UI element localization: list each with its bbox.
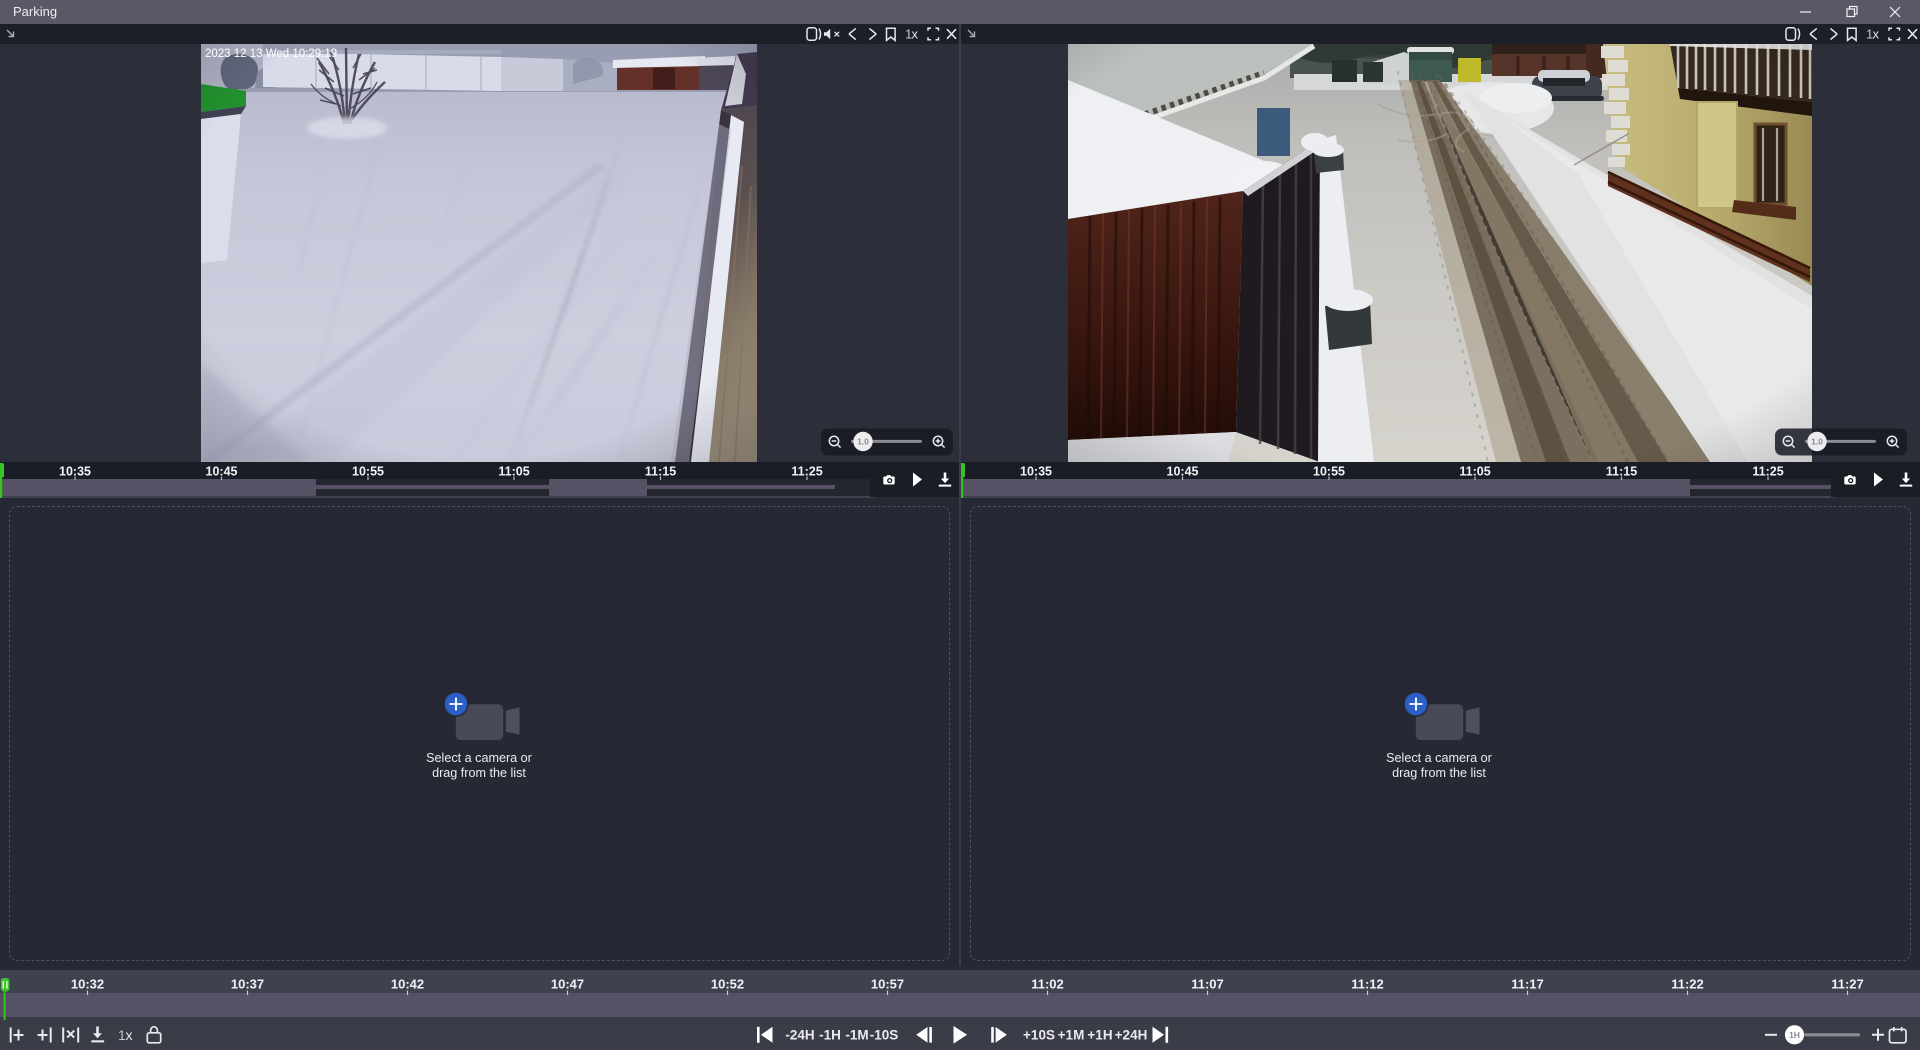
svg-text:+24H: +24H [1115, 1028, 1148, 1043]
svg-text:10:55: 10:55 [352, 465, 384, 479]
svg-text:-10S: -10S [870, 1028, 899, 1043]
svg-text:10:45: 10:45 [206, 465, 238, 479]
svg-text:11:22: 11:22 [1671, 977, 1704, 992]
svg-text:10:55: 10:55 [1313, 465, 1345, 479]
svg-text:11:05: 11:05 [1459, 465, 1490, 479]
svg-text:10:42: 10:42 [391, 977, 424, 992]
svg-text:11:07: 11:07 [1191, 977, 1224, 992]
svg-text:10:35: 10:35 [1020, 465, 1052, 479]
svg-text:11:15: 11:15 [1606, 465, 1637, 479]
svg-text:11:27: 11:27 [1831, 977, 1864, 992]
svg-text:-1H: -1H [819, 1028, 841, 1043]
svg-text:10:47: 10:47 [551, 977, 584, 992]
svg-text:Select a camera or: Select a camera or [426, 751, 532, 765]
svg-text:11:12: 11:12 [1351, 977, 1384, 992]
svg-text:10:45: 10:45 [1167, 465, 1199, 479]
svg-text:x: x [912, 27, 919, 42]
svg-text:-1M: -1M [845, 1028, 868, 1043]
svg-text:drag from the list: drag from the list [432, 766, 526, 780]
svg-text:10:57: 10:57 [871, 977, 904, 992]
svg-text:2023 12 13 Wed 10:29:19: 2023 12 13 Wed 10:29:19 [205, 48, 337, 60]
svg-text:11:15: 11:15 [645, 465, 676, 479]
svg-text:10:52: 10:52 [711, 977, 744, 992]
svg-text:drag from the list: drag from the list [1392, 766, 1486, 780]
svg-text:11:05: 11:05 [498, 465, 529, 479]
svg-text:+10S: +10S [1023, 1028, 1055, 1043]
svg-text:+1H: +1H [1087, 1028, 1112, 1043]
svg-text:1.0: 1.0 [857, 437, 869, 447]
svg-text:1H: 1H [1789, 1030, 1800, 1040]
svg-text:x: x [126, 1027, 133, 1043]
svg-text:11:25: 11:25 [1752, 465, 1783, 479]
svg-text:Select a camera or: Select a camera or [1386, 751, 1492, 765]
svg-text:11:17: 11:17 [1511, 977, 1544, 992]
svg-text:-24H: -24H [785, 1028, 814, 1043]
svg-text:1.0: 1.0 [1811, 437, 1823, 447]
svg-text:+1M: +1M [1058, 1028, 1085, 1043]
svg-text:x: x [1873, 27, 1880, 42]
svg-text:10:35: 10:35 [59, 465, 91, 479]
svg-text:10:32: 10:32 [71, 977, 104, 992]
svg-text:10:37: 10:37 [231, 977, 264, 992]
svg-text:11:25: 11:25 [791, 465, 822, 479]
svg-text:11:02: 11:02 [1031, 977, 1064, 992]
